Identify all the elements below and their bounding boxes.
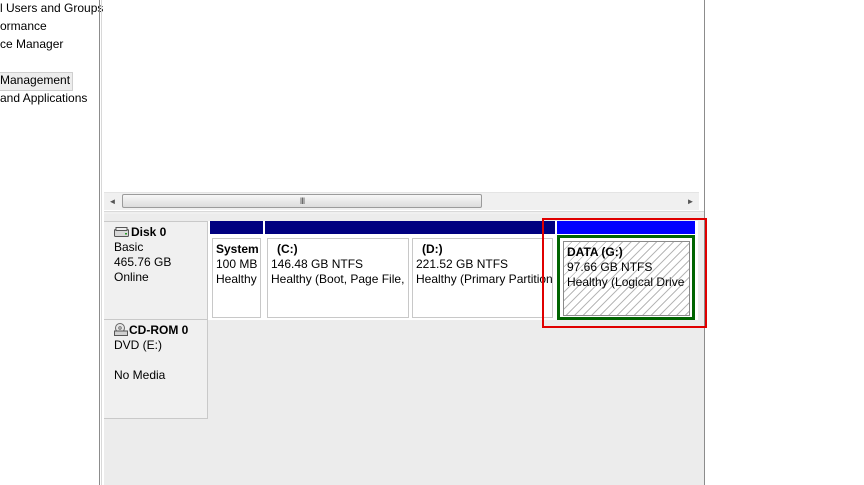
volume-list-pane (104, 0, 704, 190)
partition-d[interactable]: (D:) 221.52 GB NTFS Healthy (Primary Par… (410, 221, 555, 320)
disk-0-status: Online (114, 270, 149, 284)
nav-item-services-and-applications[interactable]: and Applications (0, 90, 87, 107)
cd-rom-0-size (114, 353, 207, 368)
cd-rom-0-name: CD-ROM 0 (129, 323, 189, 337)
partition-size: 221.52 GB NTFS (416, 257, 509, 271)
partition-body: System 100 MB Healthy (212, 238, 261, 318)
partition-bar (210, 221, 263, 234)
partition-status: Healthy (216, 272, 257, 286)
navigation-tree: l Users and Groups ormance ce Manager Ma… (0, 0, 103, 485)
partition-name: (C:) (277, 242, 298, 256)
selection-highlight-box (542, 218, 707, 328)
partition-system-reserved[interactable]: System 100 MB Healthy (210, 221, 263, 320)
scrollbar-thumb[interactable]: III (122, 194, 482, 208)
disk-0-title: Disk 0 (114, 225, 207, 240)
partition-body: (D:) 221.52 GB NTFS Healthy (Primary Par… (412, 238, 553, 318)
hard-disk-icon (114, 226, 129, 237)
horizontal-scrollbar[interactable]: ◄ III ► (104, 192, 699, 210)
partition-c[interactable]: (C:) 146.48 GB NTFS Healthy (Boot, Page … (265, 221, 411, 320)
cd-rom-0-header[interactable]: CD-ROM 0 DVD (E:) No Media (104, 320, 208, 419)
partition-bar (265, 221, 411, 234)
partition-name: System (216, 242, 259, 256)
nav-item-performance[interactable]: ormance (0, 18, 47, 35)
partition-status: Healthy (Primary Partition (416, 272, 553, 286)
cd-rom-0-status: No Media (114, 368, 166, 382)
cd-rom-0-type: DVD (E:) (114, 338, 162, 352)
partition-name: (D:) (422, 242, 443, 256)
nav-item-device-manager[interactable]: ce Manager (0, 36, 63, 53)
nav-item-local-users-and-groups[interactable]: l Users and Groups (0, 0, 103, 17)
partition-size: 146.48 GB NTFS (271, 257, 364, 271)
scroll-right-arrow-icon[interactable]: ► (682, 193, 699, 210)
cd-rom-icon (114, 323, 128, 336)
disk-0-type: Basic (114, 240, 144, 254)
scrollbar-grip-icon: III (299, 196, 306, 206)
scroll-left-arrow-icon[interactable]: ◄ (104, 193, 121, 210)
disk-0-size: 465.76 GB (114, 255, 172, 269)
partition-status: Healthy (Boot, Page File, (271, 272, 405, 286)
partition-bar (410, 221, 555, 234)
nav-divider-shadow (101, 0, 102, 485)
nav-item-disk-management[interactable]: Management (0, 72, 74, 91)
nav-divider[interactable] (99, 0, 100, 485)
partition-body: (C:) 146.48 GB NTFS Healthy (Boot, Page … (267, 238, 409, 318)
disk-0-header[interactable]: Disk 0 Basic 465.76 GB Online (104, 221, 208, 320)
cd-rom-0-title: CD-ROM 0 (114, 323, 207, 338)
partition-size: 100 MB (216, 257, 258, 271)
disk-0-name: Disk 0 (131, 225, 167, 239)
